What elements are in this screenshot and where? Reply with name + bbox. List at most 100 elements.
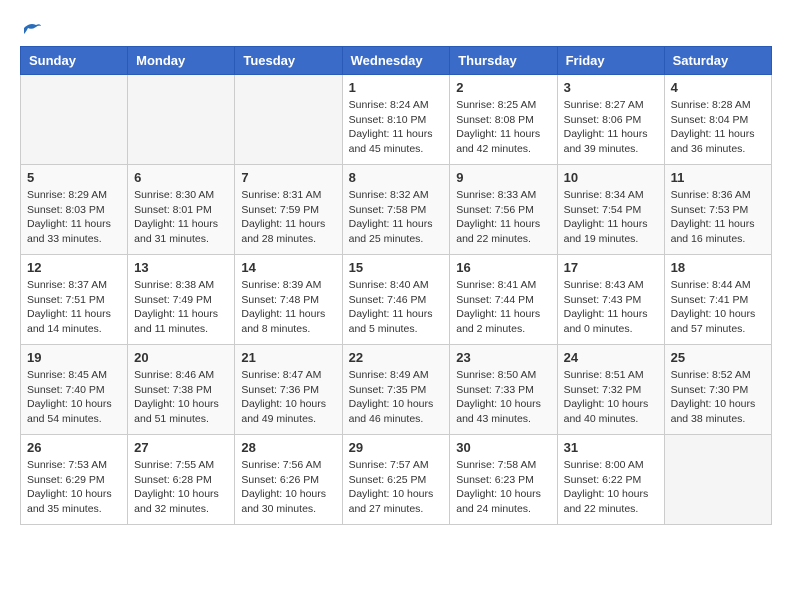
calendar-day-header: Friday [557,47,664,75]
logo [20,20,42,36]
calendar-cell: 6 Sunrise: 8:30 AM Sunset: 8:01 PM Daylig… [128,165,235,255]
day-number: 8 [349,170,444,185]
day-number: 20 [134,350,228,365]
calendar-cell: 8Sunrise: 8:32 AM Sunset: 7:58 PM Daylig… [342,165,450,255]
day-number: 31 [564,440,658,455]
calendar-day-header: Sunday [21,47,128,75]
calendar-cell: 1Sunrise: 8:24 AM Sunset: 8:10 PM Daylig… [342,75,450,165]
day-info: Sunrise: 7:57 AM Sunset: 6:25 PM Dayligh… [349,458,444,517]
day-number: 14 [241,260,335,275]
calendar-cell: 7Sunrise: 8:31 AM Sunset: 7:59 PM Daylig… [235,165,342,255]
day-info: Sunrise: 8:37 AM Sunset: 7:51 PM Dayligh… [27,278,121,337]
calendar-day-header: Saturday [664,47,771,75]
day-info: Sunrise: 8:41 AM Sunset: 7:44 PM Dayligh… [456,278,550,337]
day-number: 18 [671,260,765,275]
calendar-cell: 20 Sunrise: 8:46 AM Sunset: 7:38 PM Dayli… [128,345,235,435]
day-number: 28 [241,440,335,455]
day-info: Sunrise: 7:58 AM Sunset: 6:23 PM Dayligh… [456,458,550,517]
calendar-cell [21,75,128,165]
day-number: 6 [134,170,228,185]
day-info: Sunrise: 8:46 AM Sunset: 7:38 PM Dayligh… [134,368,228,427]
day-number: 10 [564,170,658,185]
calendar-cell: 27 Sunrise: 7:55 AM Sunset: 6:28 PM Dayli… [128,435,235,525]
day-number: 9 [456,170,550,185]
day-number: 17 [564,260,658,275]
day-number: 7 [241,170,335,185]
day-info: Sunrise: 8:34 AM Sunset: 7:54 PM Dayligh… [564,188,658,247]
calendar-week-row: 1Sunrise: 8:24 AM Sunset: 8:10 PM Daylig… [21,75,772,165]
day-info: Sunrise: 8:51 AM Sunset: 7:32 PM Dayligh… [564,368,658,427]
day-number: 27 [134,440,228,455]
day-info: Sunrise: 8:29 AM Sunset: 8:03 PM Dayligh… [27,188,121,247]
calendar-cell: 11Sunrise: 8:36 AM Sunset: 7:53 PM Dayli… [664,165,771,255]
day-number: 1 [349,80,444,95]
day-info: Sunrise: 8:44 AM Sunset: 7:41 PM Dayligh… [671,278,765,337]
day-number: 29 [349,440,444,455]
day-number: 4 [671,80,765,95]
day-info: Sunrise: 7:53 AM Sunset: 6:29 PM Dayligh… [27,458,121,517]
day-number: 15 [349,260,444,275]
day-info: Sunrise: 8:30 AM Sunset: 8:01 PM Dayligh… [134,188,228,247]
calendar-day-header: Monday [128,47,235,75]
day-number: 24 [564,350,658,365]
day-info: Sunrise: 7:55 AM Sunset: 6:28 PM Dayligh… [134,458,228,517]
calendar-cell: 31Sunrise: 8:00 AM Sunset: 6:22 PM Dayli… [557,435,664,525]
day-number: 26 [27,440,121,455]
calendar-cell: 12 Sunrise: 8:37 AM Sunset: 7:51 PM Dayli… [21,255,128,345]
day-info: Sunrise: 8:49 AM Sunset: 7:35 PM Dayligh… [349,368,444,427]
calendar-cell: 25 Sunrise: 8:52 AM Sunset: 7:30 PM Dayli… [664,345,771,435]
calendar-header-row: SundayMondayTuesdayWednesdayThursdayFrid… [21,47,772,75]
calendar-week-row: 26 Sunrise: 7:53 AM Sunset: 6:29 PM Dayli… [21,435,772,525]
day-number: 13 [134,260,228,275]
calendar-day-header: Wednesday [342,47,450,75]
calendar-table: SundayMondayTuesdayWednesdayThursdayFrid… [20,46,772,525]
day-info: Sunrise: 8:39 AM Sunset: 7:48 PM Dayligh… [241,278,335,337]
day-info: Sunrise: 8:52 AM Sunset: 7:30 PM Dayligh… [671,368,765,427]
day-info: Sunrise: 8:27 AM Sunset: 8:06 PM Dayligh… [564,98,658,157]
calendar-cell: 23 Sunrise: 8:50 AM Sunset: 7:33 PM Dayli… [450,345,557,435]
calendar-cell: 3 Sunrise: 8:27 AM Sunset: 8:06 PM Daylig… [557,75,664,165]
calendar-week-row: 12 Sunrise: 8:37 AM Sunset: 7:51 PM Dayli… [21,255,772,345]
day-number: 30 [456,440,550,455]
day-info: Sunrise: 8:40 AM Sunset: 7:46 PM Dayligh… [349,278,444,337]
calendar-cell: 29 Sunrise: 7:57 AM Sunset: 6:25 PM Dayli… [342,435,450,525]
day-number: 19 [27,350,121,365]
day-number: 3 [564,80,658,95]
calendar-cell: 28 Sunrise: 7:56 AM Sunset: 6:26 PM Dayli… [235,435,342,525]
day-number: 12 [27,260,121,275]
calendar-cell [128,75,235,165]
day-info: Sunrise: 8:45 AM Sunset: 7:40 PM Dayligh… [27,368,121,427]
day-info: Sunrise: 7:56 AM Sunset: 6:26 PM Dayligh… [241,458,335,517]
calendar-week-row: 5 Sunrise: 8:29 AM Sunset: 8:03 PM Daylig… [21,165,772,255]
page-header [20,20,772,36]
calendar-cell [664,435,771,525]
day-number: 25 [671,350,765,365]
calendar-cell [235,75,342,165]
calendar-cell: 10 Sunrise: 8:34 AM Sunset: 7:54 PM Dayli… [557,165,664,255]
day-number: 23 [456,350,550,365]
calendar-cell: 21Sunrise: 8:47 AM Sunset: 7:36 PM Dayli… [235,345,342,435]
day-info: Sunrise: 8:43 AM Sunset: 7:43 PM Dayligh… [564,278,658,337]
logo-bird-icon [22,20,42,36]
day-number: 22 [349,350,444,365]
day-info: Sunrise: 8:50 AM Sunset: 7:33 PM Dayligh… [456,368,550,427]
day-number: 2 [456,80,550,95]
calendar-cell: 26 Sunrise: 7:53 AM Sunset: 6:29 PM Dayli… [21,435,128,525]
calendar-cell: 9 Sunrise: 8:33 AM Sunset: 7:56 PM Daylig… [450,165,557,255]
day-info: Sunrise: 8:38 AM Sunset: 7:49 PM Dayligh… [134,278,228,337]
day-info: Sunrise: 8:28 AM Sunset: 8:04 PM Dayligh… [671,98,765,157]
day-number: 21 [241,350,335,365]
calendar-cell: 19 Sunrise: 8:45 AM Sunset: 7:40 PM Dayli… [21,345,128,435]
day-number: 5 [27,170,121,185]
calendar-cell: 17 Sunrise: 8:43 AM Sunset: 7:43 PM Dayli… [557,255,664,345]
calendar-day-header: Tuesday [235,47,342,75]
calendar-cell: 13 Sunrise: 8:38 AM Sunset: 7:49 PM Dayli… [128,255,235,345]
day-info: Sunrise: 8:36 AM Sunset: 7:53 PM Dayligh… [671,188,765,247]
calendar-cell: 4 Sunrise: 8:28 AM Sunset: 8:04 PM Daylig… [664,75,771,165]
calendar-cell: 18 Sunrise: 8:44 AM Sunset: 7:41 PM Dayli… [664,255,771,345]
calendar-cell: 16Sunrise: 8:41 AM Sunset: 7:44 PM Dayli… [450,255,557,345]
day-info: Sunrise: 8:25 AM Sunset: 8:08 PM Dayligh… [456,98,550,157]
calendar-week-row: 19 Sunrise: 8:45 AM Sunset: 7:40 PM Dayli… [21,345,772,435]
day-info: Sunrise: 8:33 AM Sunset: 7:56 PM Dayligh… [456,188,550,247]
calendar-cell: 30 Sunrise: 7:58 AM Sunset: 6:23 PM Dayli… [450,435,557,525]
